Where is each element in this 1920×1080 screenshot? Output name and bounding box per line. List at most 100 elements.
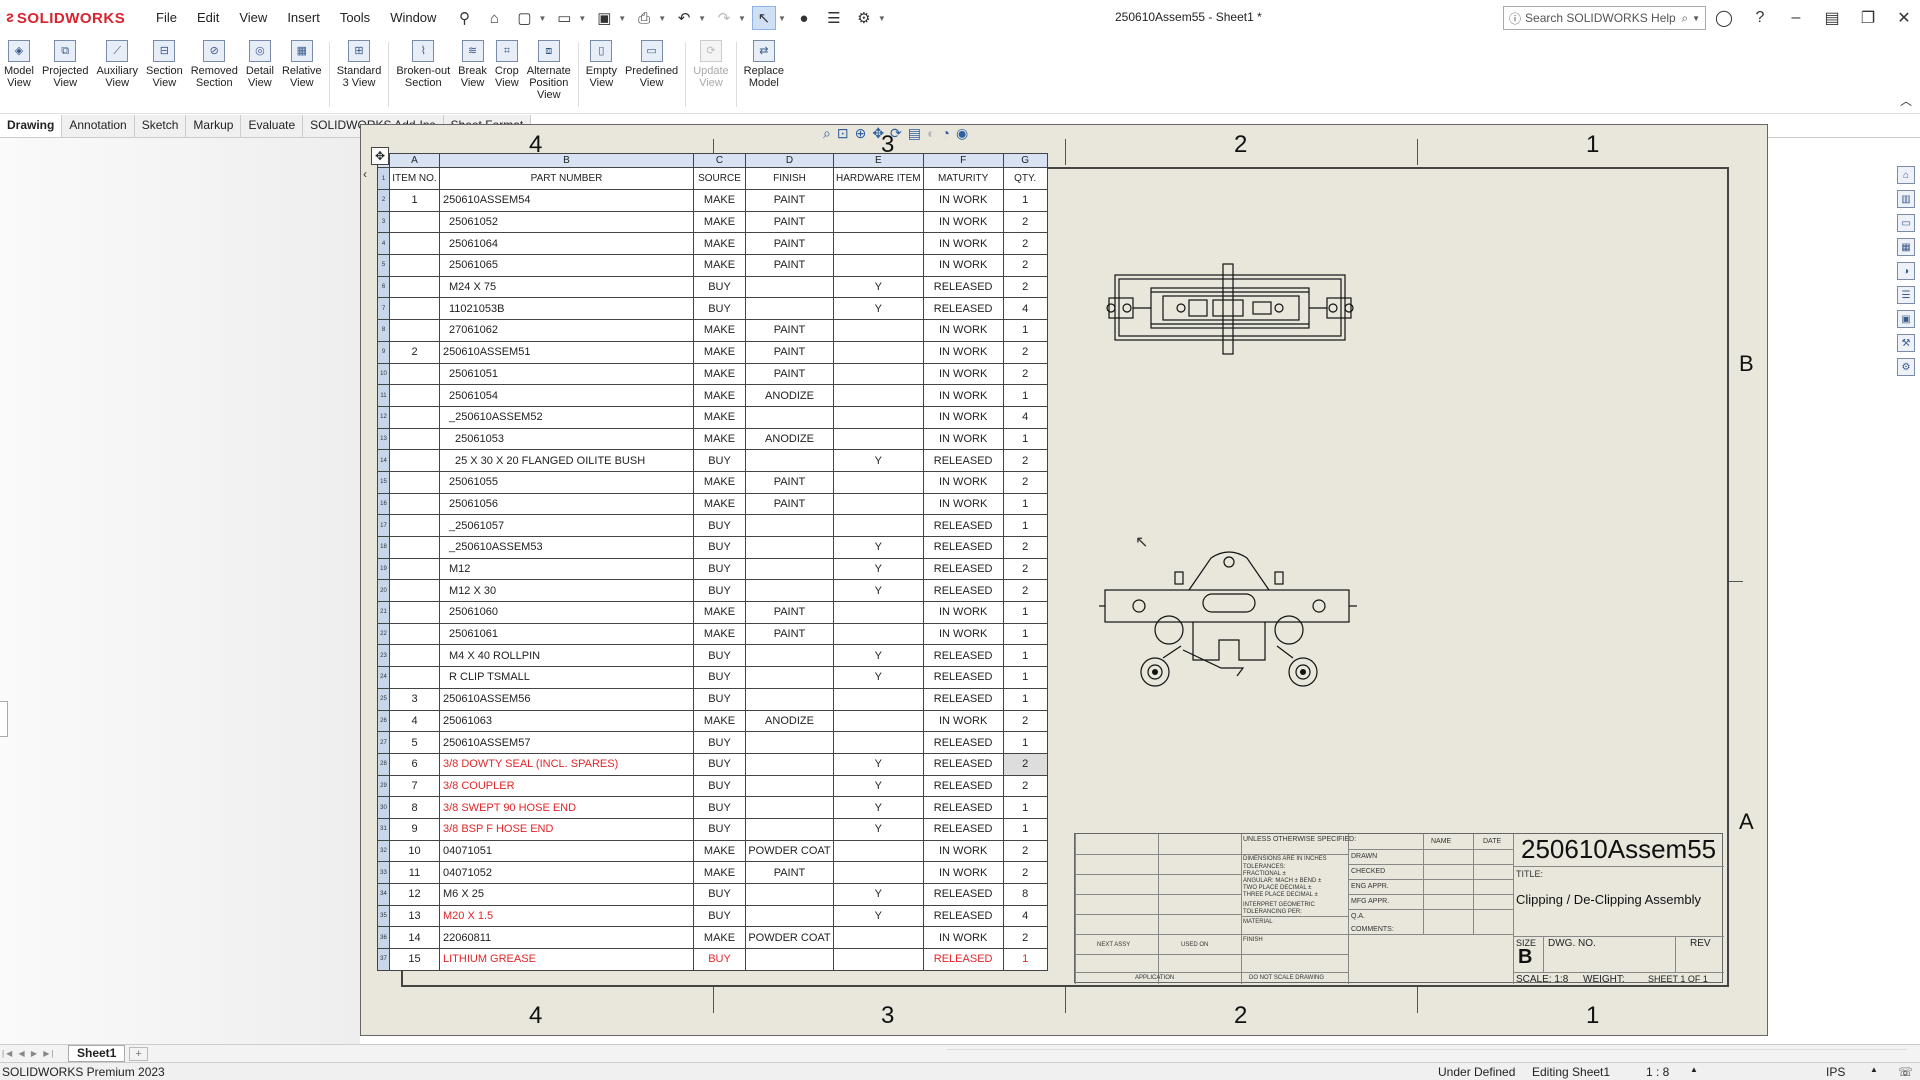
finish-cell[interactable]	[745, 687, 834, 711]
item-no-cell[interactable]	[389, 427, 440, 451]
menu-view[interactable]: View	[229, 0, 277, 36]
standard-3-view-button[interactable]: ⊞ Standard 3 View	[333, 36, 386, 113]
panel-expand-handle[interactable]	[0, 701, 8, 737]
row-number-cell[interactable]: 2	[377, 189, 390, 212]
column-letter-d[interactable]: D	[745, 153, 834, 168]
table-row[interactable]: 30 8 3/8 SWEPT 90 HOSE END BUY Y RELEASED 1	[377, 796, 1048, 819]
qty-cell[interactable]: 1	[1002, 948, 1048, 971]
item-no-cell[interactable]: 7	[389, 774, 440, 798]
redo-icon[interactable]: ↷	[712, 6, 736, 30]
hardware-item-cell[interactable]: Y	[833, 557, 924, 581]
graphics-area[interactable]: ⌕ ⊡ ⊕ ✥ ⟳ ▤ ◐ ◔ ◉ 4 3 2 1 4 3 2 1 B A ✥ …	[360, 124, 1768, 1044]
finish-cell[interactable]: ANODIZE	[745, 709, 834, 733]
part-number-cell[interactable]: 250610ASSEM54	[439, 189, 694, 212]
qty-cell[interactable]: 1	[1002, 687, 1048, 711]
source-cell[interactable]: BUY	[693, 297, 746, 321]
sheet-scale[interactable]: 1 : 8	[1646, 1065, 1669, 1079]
table-row[interactable]: 18 _250610ASSEM53 BUY Y RELEASED 2	[377, 536, 1048, 559]
source-cell[interactable]: MAKE	[693, 492, 746, 516]
relative-view-button[interactable]: ▦ Relative View	[278, 36, 326, 113]
qty-cell[interactable]: 2	[1002, 536, 1048, 559]
qty-cell[interactable]: 2	[1002, 275, 1048, 299]
row-number-cell[interactable]: 17	[377, 514, 390, 537]
finish-cell[interactable]	[745, 731, 834, 754]
table-row[interactable]: 2 1 250610ASSEM54 MAKE PAINT IN WORK 1	[377, 189, 1048, 212]
source-cell[interactable]: MAKE	[693, 189, 746, 212]
source-cell[interactable]: BUY	[693, 514, 746, 537]
hardware-item-cell[interactable]	[833, 601, 924, 624]
source-cell[interactable]: MAKE	[693, 362, 746, 386]
hardware-item-cell[interactable]: Y	[833, 817, 924, 841]
finish-cell[interactable]	[745, 579, 834, 603]
row-number-cell[interactable]: 9	[377, 340, 390, 364]
title-block[interactable]: UNLESS OTHERWISE SPECIFIED: DIMENSIONS A…	[1074, 833, 1724, 985]
qty-cell[interactable]: 2	[1002, 839, 1048, 863]
hardware-item-cell[interactable]: Y	[833, 536, 924, 559]
qty-cell[interactable]: 2	[1002, 470, 1048, 494]
item-no-cell[interactable]: 15	[389, 948, 440, 971]
finish-cell[interactable]: PAINT	[745, 601, 834, 624]
part-number-cell[interactable]: 25061052	[439, 210, 694, 234]
replace-model-button[interactable]: ⇄ Replace Model	[740, 36, 788, 113]
part-number-cell[interactable]: R CLIP TSMALL	[439, 666, 694, 689]
finish-cell[interactable]	[745, 405, 834, 429]
maturity-cell[interactable]: IN WORK	[922, 210, 1004, 234]
part-number-cell[interactable]: M24 X 75	[439, 275, 694, 299]
finish-cell[interactable]: PAINT	[745, 340, 834, 364]
part-number-cell[interactable]: 04071052	[439, 861, 694, 884]
tile-windows-icon[interactable]: ▤	[1814, 8, 1850, 28]
item-no-cell[interactable]	[389, 666, 440, 689]
qty-cell[interactable]: 1	[1002, 622, 1048, 646]
zoom-in-out-icon[interactable]: ⊕	[855, 125, 867, 142]
maturity-cell[interactable]: RELEASED	[922, 796, 1004, 819]
chevron-down-icon[interactable]: ▼	[618, 14, 626, 23]
chevron-down-icon[interactable]: ▼	[878, 14, 886, 23]
row-number-cell[interactable]: 30	[377, 796, 390, 819]
row-number-cell[interactable]: 31	[377, 817, 390, 841]
item-no-cell[interactable]: 13	[389, 904, 440, 928]
hardware-item-cell[interactable]: Y	[833, 644, 924, 668]
source-cell[interactable]: BUY	[693, 536, 746, 559]
item-no-cell[interactable]: 1	[389, 189, 440, 212]
chevron-down-icon[interactable]: ▼	[658, 14, 666, 23]
table-row[interactable]: 28 6 3/8 DOWTY SEAL (INCL. SPARES) BUY Y RELE…	[377, 752, 1048, 776]
part-number-cell[interactable]: 3/8 SWEPT 90 HOSE END	[439, 796, 694, 819]
table-row[interactable]: 4 25061064 MAKE PAINT IN WORK 2	[377, 232, 1048, 256]
bom-table-container[interactable]: ✥ ‹ A B C D E F G 1 ITEM NO. PART NUMBER…	[363, 147, 1048, 971]
part-number-cell[interactable]: 25061051	[439, 362, 694, 386]
source-cell[interactable]: MAKE	[693, 622, 746, 646]
part-number-cell[interactable]: M12 X 30	[439, 579, 694, 603]
tab-evaluate[interactable]: Evaluate	[241, 115, 304, 137]
source-cell[interactable]: MAKE	[693, 405, 746, 429]
qty-cell[interactable]: 4	[1002, 904, 1048, 928]
source-cell[interactable]: BUY	[693, 557, 746, 581]
sheet-navigation-arrows-icon[interactable]: |◀ ◀ ▶ ▶|	[2, 1049, 68, 1058]
part-number-cell[interactable]: M20 X 1.5	[439, 904, 694, 928]
horizontal-scrollbar[interactable]	[947, 1049, 1907, 1059]
source-cell[interactable]: BUY	[693, 948, 746, 971]
header-maturity[interactable]: MATURITY	[922, 167, 1004, 190]
maturity-cell[interactable]: IN WORK	[922, 709, 1004, 733]
part-number-cell[interactable]: _25061057	[439, 514, 694, 537]
maturity-cell[interactable]: RELEASED	[922, 275, 1004, 299]
column-letter-g[interactable]: G	[1002, 153, 1048, 168]
finish-cell[interactable]	[745, 948, 834, 971]
item-no-cell[interactable]	[389, 470, 440, 494]
row-number-cell[interactable]: 5	[377, 254, 390, 277]
maturity-cell[interactable]: IN WORK	[922, 232, 1004, 256]
open-folder-icon[interactable]: ▭	[552, 6, 576, 30]
part-number-cell[interactable]: 250610ASSEM56	[439, 687, 694, 711]
chevron-down-icon[interactable]: ▼	[698, 14, 706, 23]
item-no-cell[interactable]: 12	[389, 883, 440, 906]
row-number-cell[interactable]: 37	[377, 948, 390, 971]
table-row[interactable]: 37 15 LITHIUM GREASE BUY RELEASED 1	[377, 948, 1048, 971]
menu-file[interactable]: File	[146, 0, 187, 36]
home-icon[interactable]: ⌂	[482, 6, 506, 30]
finish-cell[interactable]: PAINT	[745, 362, 834, 386]
table-row[interactable]: 13 25061053 MAKE ANODIZE IN WORK 1	[377, 427, 1048, 451]
hardware-item-cell[interactable]: Y	[833, 449, 924, 472]
row-number-cell[interactable]: 1	[377, 167, 390, 190]
model-view-button[interactable]: ◈ Model View	[0, 36, 38, 113]
item-no-cell[interactable]	[389, 210, 440, 234]
item-no-cell[interactable]: 2	[389, 340, 440, 364]
